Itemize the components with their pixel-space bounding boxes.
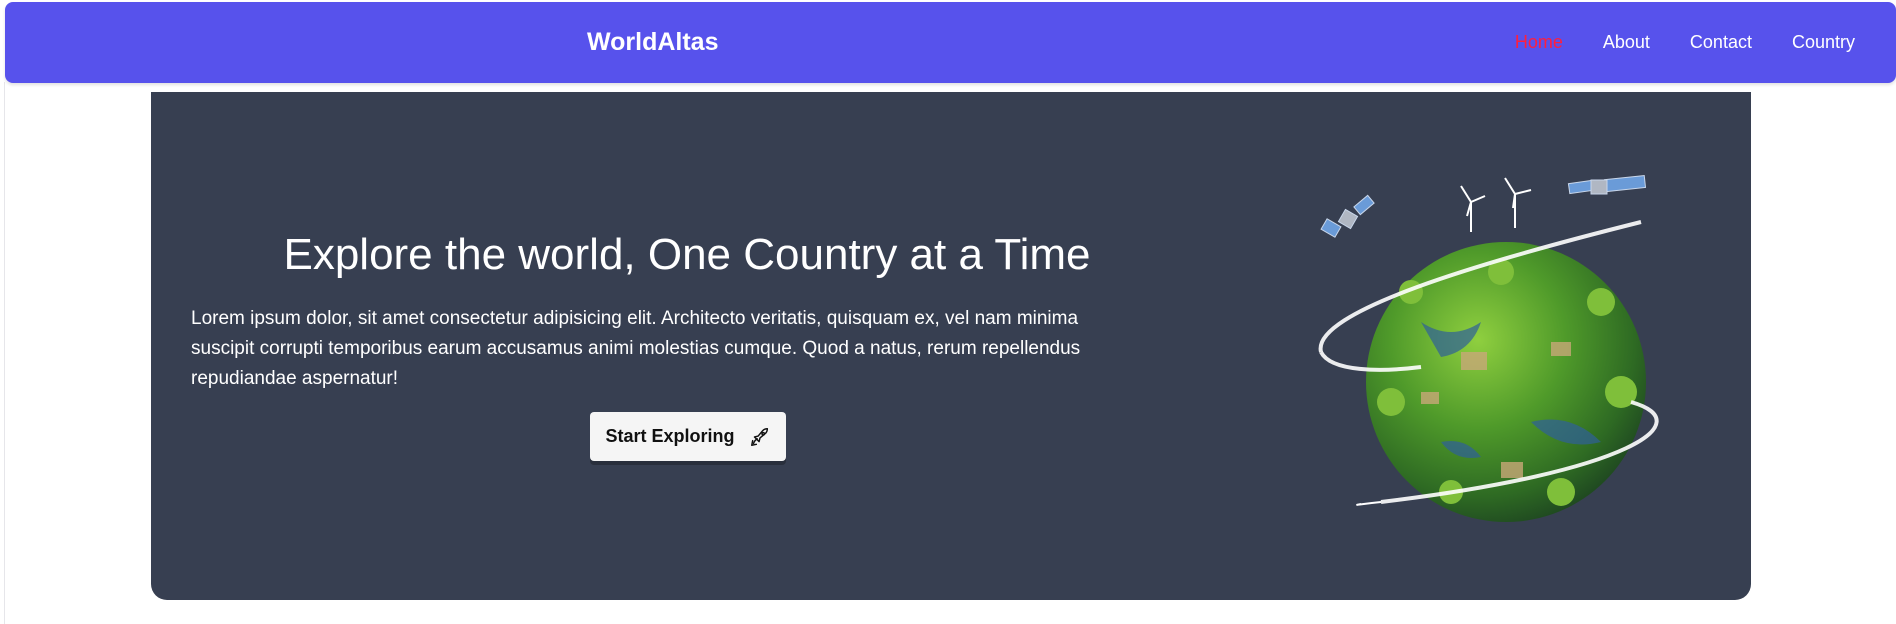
hero-section: Explore the world, One Country at a Time… — [151, 92, 1751, 600]
nav-link-contact[interactable]: Contact — [1690, 30, 1752, 54]
start-exploring-label: Start Exploring — [605, 426, 735, 446]
nav-link-home[interactable]: Home — [1515, 30, 1563, 54]
globe-illustration — [1301, 172, 1721, 542]
nav-link-about[interactable]: About — [1603, 30, 1650, 54]
brand-logo[interactable]: WorldAltas — [587, 26, 719, 58]
nav-link-country[interactable]: Country — [1792, 30, 1855, 54]
nav-links: Home About Contact Country — [1515, 30, 1855, 54]
navbar: WorldAltas Home About Contact Country — [5, 2, 1896, 83]
hero-description: Lorem ipsum dolor, sit amet consectetur … — [191, 308, 1081, 389]
rocket-icon — [749, 426, 771, 448]
start-exploring-button[interactable]: Start Exploring — [590, 412, 786, 461]
hero-title: Explore the world, One Country at a Time — [283, 230, 1091, 279]
